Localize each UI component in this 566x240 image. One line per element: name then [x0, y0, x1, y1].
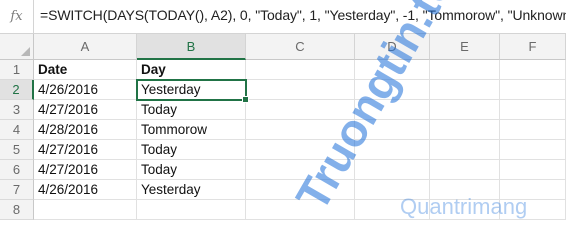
cell-c7[interactable]	[246, 180, 355, 200]
column-header-e[interactable]: E	[430, 34, 500, 60]
function-icon[interactable]: fx	[0, 0, 34, 33]
cell-c4[interactable]	[246, 120, 355, 140]
cell-f6[interactable]	[500, 160, 566, 180]
row-header-6[interactable]: 6	[0, 160, 34, 180]
cell-e7[interactable]	[430, 180, 500, 200]
cell-e3[interactable]	[430, 100, 500, 120]
row-header-4[interactable]: 4	[0, 120, 34, 140]
cell-a2[interactable]: 4/26/2016	[34, 80, 137, 100]
cell-f8[interactable]	[500, 200, 566, 220]
cell-a8[interactable]	[34, 200, 137, 220]
row-header-8[interactable]: 8	[0, 200, 34, 220]
cell-b5[interactable]: Today	[137, 140, 246, 160]
row-header-5[interactable]: 5	[0, 140, 34, 160]
cell-b6[interactable]: Today	[137, 160, 246, 180]
cell-e5[interactable]	[430, 140, 500, 160]
cell-b8[interactable]	[137, 200, 246, 220]
cell-d4[interactable]	[355, 120, 430, 140]
cell-f2[interactable]	[500, 80, 566, 100]
cell-d8[interactable]	[355, 200, 430, 220]
cell-b2[interactable]: Yesterday	[137, 80, 246, 100]
cell-e6[interactable]	[430, 160, 500, 180]
column-header-f[interactable]: F	[500, 34, 566, 60]
cell-b1[interactable]: Day	[137, 60, 246, 80]
cell-c8[interactable]	[246, 200, 355, 220]
row-header-7[interactable]: 7	[0, 180, 34, 200]
row-header-2[interactable]: 2	[0, 80, 34, 100]
cell-f5[interactable]	[500, 140, 566, 160]
cell-e8[interactable]	[430, 200, 500, 220]
column-header-b[interactable]: B	[137, 34, 246, 60]
cell-f1[interactable]	[500, 60, 566, 80]
cell-c2[interactable]	[246, 80, 355, 100]
cell-f7[interactable]	[500, 180, 566, 200]
column-header-d[interactable]: D	[355, 34, 430, 60]
cell-c5[interactable]	[246, 140, 355, 160]
cell-f4[interactable]	[500, 120, 566, 140]
column-header-c[interactable]: C	[246, 34, 355, 60]
cell-a6[interactable]: 4/27/2016	[34, 160, 137, 180]
cell-b3[interactable]: Today	[137, 100, 246, 120]
cell-b7[interactable]: Yesterday	[137, 180, 246, 200]
cell-a1[interactable]: Date	[34, 60, 137, 80]
cell-e4[interactable]	[430, 120, 500, 140]
cell-a7[interactable]: 4/26/2016	[34, 180, 137, 200]
row-header-1[interactable]: 1	[0, 60, 34, 80]
cell-c3[interactable]	[246, 100, 355, 120]
cell-d7[interactable]	[355, 180, 430, 200]
cell-f3[interactable]	[500, 100, 566, 120]
cell-d5[interactable]	[355, 140, 430, 160]
row-header-3[interactable]: 3	[0, 100, 34, 120]
cell-c1[interactable]	[246, 60, 355, 80]
cell-d2[interactable]	[355, 80, 430, 100]
cell-a3[interactable]: 4/27/2016	[34, 100, 137, 120]
cell-d6[interactable]	[355, 160, 430, 180]
formula-bar: fx =SWITCH(DAYS(TODAY(), A2), 0, "Today"…	[0, 0, 566, 34]
cell-d3[interactable]	[355, 100, 430, 120]
cell-e2[interactable]	[430, 80, 500, 100]
cell-e1[interactable]	[430, 60, 500, 80]
cell-a4[interactable]: 4/28/2016	[34, 120, 137, 140]
column-header-a[interactable]: A	[34, 34, 137, 60]
select-all-corner[interactable]	[0, 34, 34, 60]
cell-d1[interactable]	[355, 60, 430, 80]
cell-c6[interactable]	[246, 160, 355, 180]
formula-input[interactable]: =SWITCH(DAYS(TODAY(), A2), 0, "Today", 1…	[40, 7, 566, 23]
cell-b4[interactable]: Tommorow	[137, 120, 246, 140]
cell-a5[interactable]: 4/27/2016	[34, 140, 137, 160]
